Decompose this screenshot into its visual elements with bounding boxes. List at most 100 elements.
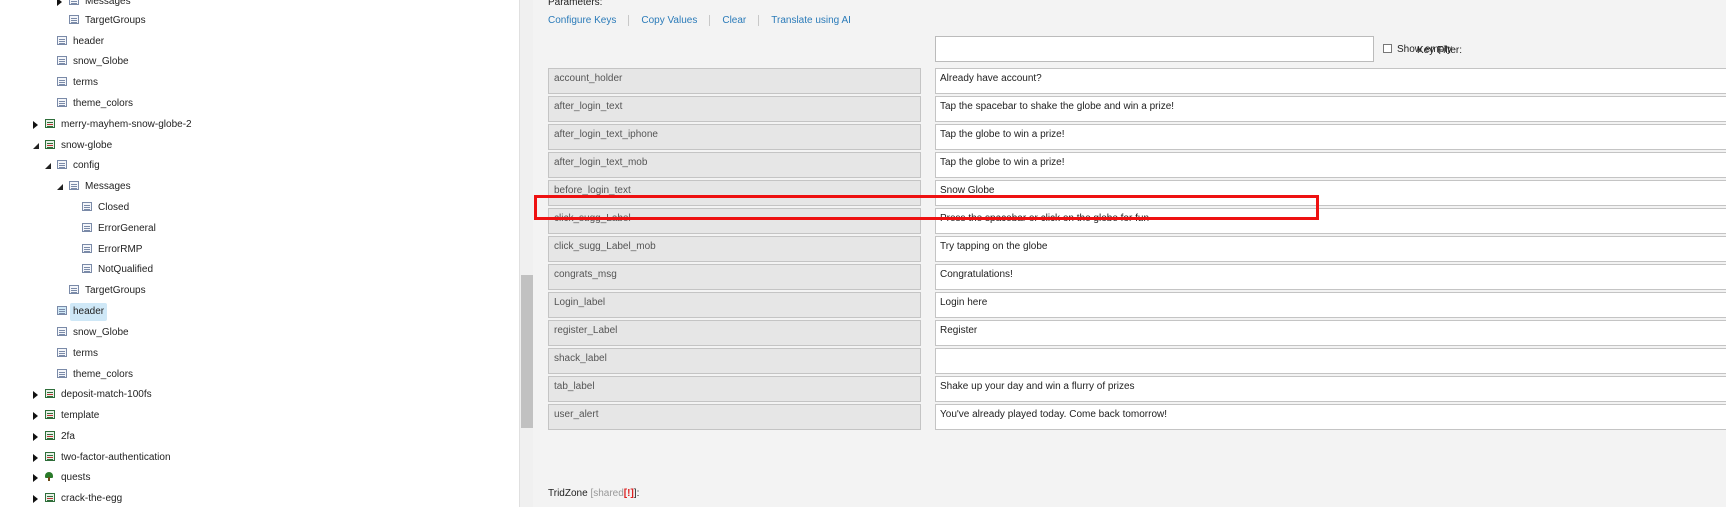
tree-item[interactable]: template — [0, 407, 510, 425]
tree-item[interactable]: merry-mayhem-snow-globe-2 — [0, 116, 510, 134]
tree-item[interactable]: Messages — [0, 178, 510, 196]
tree-item[interactable]: 2fa — [0, 428, 510, 446]
show-empty-toggle[interactable]: Show empty — [1383, 44, 1452, 55]
parameter-key: tab_label — [548, 376, 921, 402]
tree-item[interactable]: ErrorGeneral — [0, 220, 510, 238]
tree-item[interactable]: header — [0, 303, 510, 321]
tree-item[interactable]: snow_Globe — [0, 53, 510, 71]
configure-keys-link[interactable]: Configure Keys — [548, 15, 628, 26]
tree-icon — [45, 472, 55, 481]
expand-arrow-icon[interactable] — [33, 474, 38, 482]
tree-item[interactable]: ErrorRMP — [0, 241, 510, 259]
list-icon — [69, 181, 79, 190]
parameter-key: account_holder — [548, 68, 921, 94]
parameter-key-text: register_Label — [554, 325, 618, 336]
collapse-arrow-icon[interactable] — [45, 163, 51, 169]
tree-item[interactable]: quests — [0, 469, 510, 487]
tree-item-label: 2fa — [61, 431, 75, 442]
tree-item[interactable]: config — [0, 157, 510, 175]
tree-item[interactable]: theme_colors — [0, 95, 510, 113]
list-icon — [57, 306, 67, 315]
expand-arrow-icon[interactable] — [33, 454, 38, 462]
parameter-value-input[interactable] — [935, 348, 1726, 374]
package-icon — [45, 431, 55, 440]
parameter-key-text: after_login_text — [554, 101, 623, 112]
tree-item[interactable]: snow_Globe — [0, 324, 510, 342]
key-filter-input[interactable] — [935, 36, 1374, 62]
tree-item-label: Messages — [85, 181, 131, 192]
parameter-value-input[interactable]: Login here — [935, 292, 1726, 318]
tree-item[interactable]: TargetGroups — [0, 12, 510, 30]
parameter-value-input[interactable]: Already have account? — [935, 68, 1726, 94]
collapse-arrow-icon[interactable] — [33, 143, 39, 149]
tree-item-label: theme_colors — [73, 98, 134, 109]
expand-arrow-icon[interactable] — [57, 0, 62, 6]
tridzone-warning-mark[interactable]: [!] — [624, 488, 634, 499]
tree-item-label: theme_colors — [73, 369, 134, 380]
parameters-title: Parameters: — [548, 0, 603, 8]
parameter-value-input[interactable]: You've already played today. Come back t… — [935, 404, 1726, 430]
collapse-arrow-icon[interactable] — [57, 184, 63, 190]
clear-link[interactable]: Clear — [709, 15, 759, 26]
list-icon — [57, 160, 67, 169]
tree-item[interactable]: crack-the-egg — [0, 490, 510, 507]
parameter-value-input[interactable]: Press the spacebar or click on the globe… — [935, 208, 1726, 234]
tridzone-shared: [shared — [590, 488, 624, 499]
parameter-key: click_sugg_Label_mob — [548, 236, 921, 262]
tree-item[interactable]: deposit-match-100fs — [0, 386, 510, 404]
tree-item[interactable]: terms — [0, 345, 510, 363]
parameter-value-input[interactable]: Tap the globe to win a prize! — [935, 152, 1726, 178]
tree-scrollbar[interactable] — [519, 0, 534, 507]
parameter-value-text: Already have account? — [940, 73, 1042, 84]
parameter-value-input[interactable]: Try tapping on the globe — [935, 236, 1726, 262]
parameter-value-input[interactable]: Register — [935, 320, 1726, 346]
expand-arrow-icon[interactable] — [33, 391, 38, 399]
parameter-value-text: Snow Globe — [940, 185, 995, 196]
expand-arrow-icon[interactable] — [33, 495, 38, 503]
package-icon — [45, 410, 55, 419]
tree-item[interactable]: Messages — [0, 0, 510, 11]
tree-item[interactable]: snow-globe — [0, 137, 510, 155]
parameter-value-input[interactable]: Tap the spacebar to shake the globe and … — [935, 96, 1726, 122]
scroll-thumb[interactable] — [521, 275, 533, 428]
tree-item-label: Closed — [98, 202, 130, 213]
parameter-key-text: shack_label — [554, 353, 607, 364]
parameter-value-input[interactable]: Tap the globe to win a prize! — [935, 124, 1726, 150]
tridzone-header: TridZone [shared[!]]: — [548, 488, 639, 499]
parameter-key: register_Label — [548, 320, 921, 346]
parameter-key: congrats_msg — [548, 264, 921, 290]
tree-item-label: NotQualified — [98, 264, 154, 275]
translate-ai-link[interactable]: Translate using AI — [758, 15, 863, 26]
tree-item[interactable]: theme_colors — [0, 366, 510, 384]
tree-item-label: terms — [73, 348, 98, 359]
tree-item[interactable]: terms — [0, 74, 510, 92]
parameter-key: after_login_text_iphone — [548, 124, 921, 150]
parameter-value-input[interactable]: Snow Globe — [935, 180, 1726, 206]
expand-arrow-icon[interactable] — [33, 412, 38, 420]
list-icon — [82, 244, 92, 253]
parameter-value-input[interactable]: Congratulations! — [935, 264, 1726, 290]
tree-item[interactable]: header — [0, 33, 510, 51]
tree-item[interactable]: two-factor-authentication — [0, 449, 510, 467]
tree-item-label: merry-mayhem-snow-globe-2 — [61, 119, 192, 130]
show-empty-checkbox[interactable] — [1383, 44, 1392, 53]
expand-arrow-icon[interactable] — [33, 433, 38, 441]
tree-item[interactable]: NotQualified — [0, 261, 510, 279]
tridzone-label: TridZone — [548, 488, 588, 499]
parameter-key-text: click_sugg_Label — [554, 213, 631, 224]
package-icon — [45, 140, 55, 149]
expand-arrow-icon[interactable] — [33, 121, 38, 129]
list-icon — [57, 56, 67, 65]
parameter-value-input[interactable]: Shake up your day and win a flurry of pr… — [935, 376, 1726, 402]
tree-item[interactable]: TargetGroups — [0, 282, 510, 300]
parameter-key-text: tab_label — [554, 381, 595, 392]
tree-item[interactable]: Closed — [0, 199, 510, 217]
list-icon — [69, 285, 79, 294]
parameter-key: shack_label — [548, 348, 921, 374]
list-icon — [57, 36, 67, 45]
parameter-value-text: Press the spacebar or click on the globe… — [940, 213, 1150, 224]
copy-values-link[interactable]: Copy Values — [628, 15, 710, 26]
parameter-value-text: Register — [940, 325, 978, 336]
parameter-value-text: Shake up your day and win a flurry of pr… — [940, 381, 1135, 392]
package-icon — [45, 493, 55, 502]
